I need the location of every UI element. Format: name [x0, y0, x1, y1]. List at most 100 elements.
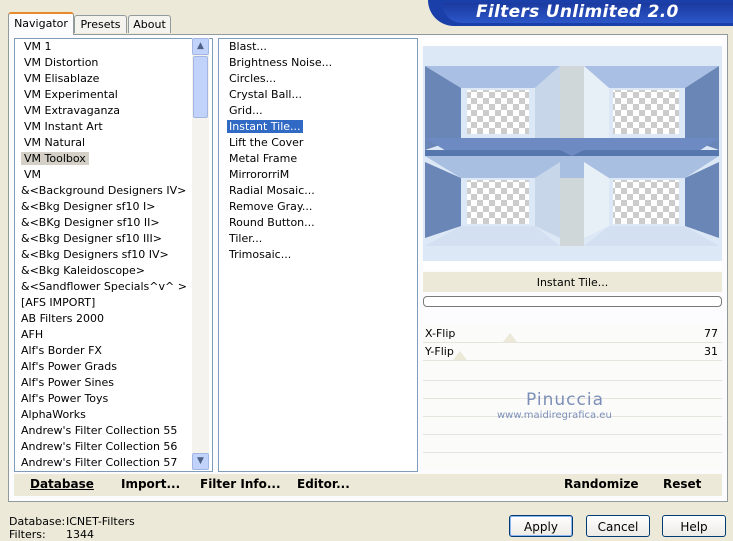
category-item[interactable]: VM Extravaganza	[15, 103, 212, 119]
filter-info-button[interactable]: Filter Info...	[200, 477, 281, 491]
category-item[interactable]: Alf's Power Grads	[15, 359, 212, 375]
apply-button[interactable]: Apply	[509, 515, 573, 537]
category-label: VM Instant Art	[24, 120, 103, 133]
category-label: AB Filters 2000	[21, 312, 105, 325]
filter-item[interactable]: Circles...	[219, 71, 417, 87]
category-label: Alf's Border FX	[21, 344, 102, 357]
panel-button-bar: Database Import... Filter Info... Editor…	[14, 474, 722, 496]
category-label: &<Bkg Kaleidoscope>	[21, 264, 146, 277]
filter-item[interactable]: Metal Frame	[219, 151, 417, 167]
slider-value: 77	[704, 327, 718, 340]
category-item[interactable]: VM 1	[15, 39, 212, 55]
filter-label: Radial Mosaic...	[229, 184, 315, 197]
category-label: &<BKg Designer sf10 II>	[21, 216, 160, 229]
category-item[interactable]: Andrew's Filter Collection 55	[15, 423, 212, 439]
filter-name-label: Instant Tile...	[423, 272, 722, 292]
filter-label: Lift the Cover	[229, 136, 304, 149]
category-label: Andrew's Filter Collection 55	[21, 424, 178, 437]
database-button[interactable]: Database	[30, 477, 94, 491]
category-label: &<Bkg Designer sf10 I>	[21, 200, 156, 213]
category-label: Alf's Power Toys	[21, 392, 109, 405]
divider	[423, 434, 722, 435]
filter-label: Metal Frame	[229, 152, 298, 165]
filter-item[interactable]: Crystal Ball...	[219, 87, 417, 103]
category-item[interactable]: Andrew's Filter Collection 57	[15, 455, 212, 471]
category-item[interactable]: Alf's Border FX	[15, 343, 212, 359]
category-item[interactable]: AB Filters 2000	[15, 311, 212, 327]
category-item[interactable]: [AFS IMPORT]	[15, 295, 212, 311]
chevron-down-icon: ▼	[197, 456, 204, 466]
progress-bar	[423, 296, 722, 307]
filters-count-value: 1344	[66, 528, 94, 541]
category-item[interactable]: VM Distortion	[15, 55, 212, 71]
category-label: VM Extravaganza	[24, 104, 121, 117]
category-item[interactable]: &<Bkg Designer sf10 III>	[15, 231, 212, 247]
tab-presets[interactable]: Presets	[74, 15, 127, 33]
category-label: AlphaWorks	[21, 408, 86, 421]
scroll-thumb[interactable]	[193, 56, 208, 118]
category-label: VM Distortion	[24, 56, 99, 69]
preview-pane	[423, 38, 722, 270]
category-item[interactable]: AFH	[15, 327, 212, 343]
slider-x-flip[interactable]: X-Flip 77	[423, 325, 722, 342]
category-item[interactable]: &<Background Designers IV>	[15, 183, 212, 199]
category-scrollbar[interactable]: ▲ ▼	[192, 38, 209, 470]
filter-item[interactable]: Blast...	[219, 39, 417, 55]
category-item[interactable]: VM Natural	[15, 135, 212, 151]
filter-item[interactable]: Lift the Cover	[219, 135, 417, 151]
filter-label: Trimosaic...	[229, 248, 292, 261]
filter-label: Crystal Ball...	[229, 88, 302, 101]
filter-list[interactable]: Blast... Brightness Noise... Circles... Cry…	[218, 38, 418, 472]
category-item[interactable]: VM	[15, 167, 212, 183]
category-item[interactable]: &<Bkg Designer sf10 I>	[15, 199, 212, 215]
category-item[interactable]: VM Toolbox	[15, 151, 212, 167]
cancel-button[interactable]: Cancel	[586, 515, 650, 537]
slider-thumb[interactable]	[503, 333, 517, 342]
category-label: Alf's Power Grads	[21, 360, 117, 373]
category-label: &<Background Designers IV>	[21, 184, 187, 197]
filter-item[interactable]: Grid...	[219, 103, 417, 119]
randomize-button[interactable]: Randomize	[564, 477, 638, 491]
filter-item[interactable]: MirrororriM	[219, 167, 417, 183]
scroll-up-button[interactable]: ▲	[192, 38, 209, 55]
category-item[interactable]: Alf's Power Toys	[15, 391, 212, 407]
category-item[interactable]: VM Experimental	[15, 87, 212, 103]
reset-button[interactable]: Reset	[663, 477, 701, 491]
divider	[423, 360, 722, 361]
tab-about[interactable]: About	[128, 15, 171, 33]
filters-count-label: Filters:	[9, 528, 46, 541]
help-button[interactable]: Help	[662, 515, 726, 537]
category-item[interactable]: &<Bkg Designers sf10 IV>	[15, 247, 212, 263]
slider-y-flip[interactable]: Y-Flip 31	[423, 343, 722, 360]
category-item[interactable]: Alf's Power Sines	[15, 375, 212, 391]
filter-item[interactable]: Brightness Noise...	[219, 55, 417, 71]
category-label: &<Bkg Designers sf10 IV>	[21, 248, 169, 261]
editor-button[interactable]: Editor...	[297, 477, 350, 491]
slider-thumb[interactable]	[453, 351, 467, 360]
slider-value: 31	[704, 345, 718, 358]
status-info: Database:ICNET-Filters Filters: 1344	[9, 515, 135, 541]
category-item[interactable]: VM Instant Art	[15, 119, 212, 135]
category-item[interactable]: Andrew's Filter Collection 56	[15, 439, 212, 455]
slider-label: Y-Flip	[425, 345, 454, 358]
scroll-down-button[interactable]: ▼	[192, 453, 209, 470]
category-item[interactable]: &<Sandflower Specials^v^ >	[15, 279, 212, 295]
category-item[interactable]: &<BKg Designer sf10 II>	[15, 215, 212, 231]
category-list[interactable]: VM 1 VM Distortion VM Elisablaze VM Experim…	[14, 38, 213, 472]
watermark-site: www.maidiregrafica.eu	[497, 410, 612, 421]
tab-navigator[interactable]: Navigator	[8, 12, 74, 35]
filter-label: MirrororriM	[229, 168, 290, 181]
filter-item[interactable]: Remove Gray...	[219, 199, 417, 215]
filter-item[interactable]: Round Button...	[219, 215, 417, 231]
filter-item[interactable]: Radial Mosaic...	[219, 183, 417, 199]
filter-label: Circles...	[229, 72, 277, 85]
filter-item[interactable]: Tiler...	[219, 231, 417, 247]
category-item[interactable]: VM Elisablaze	[15, 71, 212, 87]
filter-item[interactable]: Instant Tile...	[219, 119, 417, 135]
category-label: VM Toolbox	[21, 152, 89, 165]
category-item[interactable]: &<Bkg Kaleidoscope>	[15, 263, 212, 279]
category-label: VM Elisablaze	[24, 72, 100, 85]
category-item[interactable]: AlphaWorks	[15, 407, 212, 423]
import-button[interactable]: Import...	[121, 477, 180, 491]
filter-item[interactable]: Trimosaic...	[219, 247, 417, 263]
